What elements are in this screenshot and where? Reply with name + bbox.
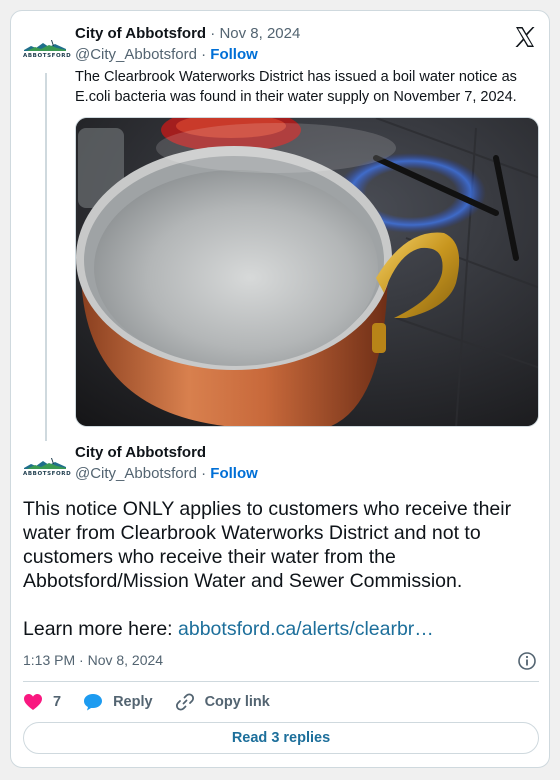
- handle-separator: ·: [196, 465, 211, 482]
- second-tweet-handle-row: @City_Abbotsford · Follow: [75, 465, 258, 482]
- city-logo-icon: [24, 39, 66, 51]
- link-icon: [175, 693, 194, 711]
- user-handle[interactable]: @City_Abbotsford: [75, 46, 197, 63]
- reply-button[interactable]: Reply: [83, 693, 153, 711]
- divider: [23, 681, 539, 682]
- city-logo-icon: [24, 457, 66, 469]
- read-replies-button[interactable]: Read 3 replies: [23, 722, 539, 754]
- first-tweet-header: City of Abbotsford · Nov 8, 2024: [75, 25, 300, 42]
- learn-more-prefix: Learn more here:: [23, 618, 179, 640]
- info-icon[interactable]: [517, 651, 537, 671]
- display-name[interactable]: City of Abbotsford: [75, 444, 206, 461]
- learn-more-line: Learn more here: abbotsford.ca/alerts/cl…: [23, 617, 543, 641]
- avatar-logo-text: ABBOTSFORD: [23, 470, 72, 477]
- first-tweet-handle-row: @City_Abbotsford · Follow: [75, 46, 258, 63]
- first-tweet-text: The Clearbrook Waterworks District has i…: [75, 67, 545, 107]
- reply-bubble-icon: [84, 694, 103, 711]
- embedded-post-card: ABBOTSFORD City of Abbotsford · Nov 8, 2…: [10, 10, 550, 768]
- x-logo-icon[interactable]: [513, 25, 537, 49]
- follow-button[interactable]: Follow: [210, 465, 258, 482]
- header-separator: ·: [206, 25, 220, 42]
- post-date[interactable]: Nov 8, 2024: [219, 25, 300, 42]
- like-count: 7: [53, 694, 62, 710]
- main-tweet-text: This notice ONLY applies to customers wh…: [23, 497, 543, 641]
- user-handle[interactable]: @City_Abbotsford: [75, 465, 197, 482]
- handle-separator: ·: [196, 46, 211, 63]
- reply-label: Reply: [113, 694, 153, 710]
- heart-icon: [24, 694, 42, 710]
- avatar[interactable]: ABBOTSFORD: [23, 451, 71, 481]
- tweet-text-line: The Clearbrook Waterworks District has i…: [75, 69, 517, 85]
- thread-connector-line: [45, 73, 47, 441]
- boiling-pot-photo: [76, 118, 538, 426]
- tweet-paragraph: This notice ONLY applies to customers wh…: [23, 498, 512, 592]
- tweet-media-image[interactable]: [75, 117, 539, 427]
- action-bar: 7 Reply Copy link: [23, 691, 292, 713]
- post-timestamp[interactable]: 1:13 PM · Nov 8, 2024: [23, 652, 163, 668]
- second-tweet-header: City of Abbotsford: [75, 444, 206, 461]
- avatar-logo-text: ABBOTSFORD: [23, 52, 72, 59]
- copy-link-label: Copy link: [204, 694, 270, 710]
- tweet-text-line: E.coli bacteria was found in their water…: [75, 89, 517, 105]
- avatar[interactable]: ABBOTSFORD: [23, 33, 71, 63]
- like-button[interactable]: 7: [23, 693, 61, 711]
- learn-more-link[interactable]: abbotsford.ca/alerts/clearbr…: [178, 618, 434, 640]
- display-name[interactable]: City of Abbotsford: [75, 25, 206, 42]
- follow-button[interactable]: Follow: [210, 46, 258, 63]
- copy-link-button[interactable]: Copy link: [175, 692, 270, 712]
